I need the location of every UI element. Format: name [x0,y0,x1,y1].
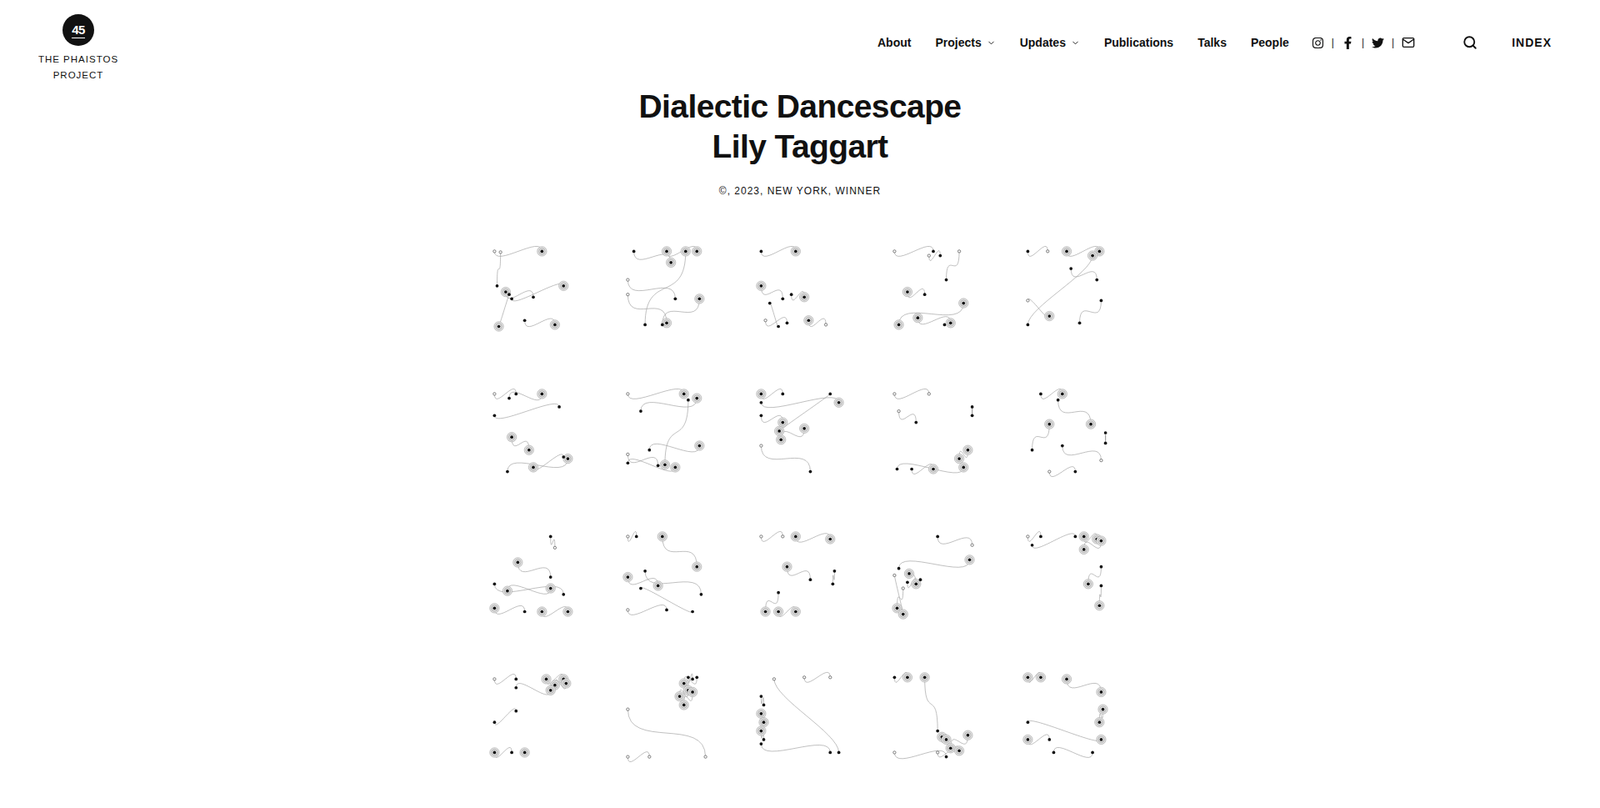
artwork-tile[interactable] [1018,384,1115,481]
separator: | [1331,36,1335,49]
nav-item[interactable]: Updates [1020,35,1080,50]
twitter-icon [1371,36,1385,50]
artwork-tile[interactable] [618,241,715,339]
artwork-drawing [618,669,715,766]
artwork-tile[interactable] [618,526,715,624]
site-logo[interactable]: 45 THE PHAISTOS PROJECT [36,0,120,84]
artwork-tile[interactable] [885,526,982,624]
nav-item[interactable]: Talks [1197,35,1227,50]
artwork-drawing [885,669,982,766]
project-content: Dialectic DancescapeLily Taggart ©, 2023,… [0,83,1600,766]
artwork-drawing [485,526,582,624]
separator: | [1391,36,1395,49]
artwork-drawing [485,241,582,339]
artwork-tile[interactable] [1018,669,1115,766]
artwork-drawing [751,384,849,481]
separator: | [1361,36,1365,49]
nav-item[interactable]: About [877,35,911,50]
artwork-tile[interactable] [485,526,582,624]
artwork-drawing [618,241,715,339]
page: 45 THE PHAISTOS PROJECT About Projects Updat… [0,0,1600,808]
artwork-drawing [751,526,849,624]
artwork-drawing [885,384,982,481]
artwork-tile[interactable] [751,241,849,339]
artwork-tile[interactable] [1018,526,1115,624]
artwork-tile[interactable] [885,384,982,481]
artwork-tile[interactable] [885,241,982,339]
main-nav: About Projects Updates Publications Talks Peo… [877,0,1552,50]
nav-item[interactable]: Projects [935,35,995,50]
artwork-tile[interactable] [1018,241,1115,339]
artwork-drawing [485,384,582,481]
nav-item[interactable]: People [1250,35,1290,50]
project-meta: ©, 2023, NEW YORK, WINNER [719,185,881,197]
artwork-tile[interactable] [485,669,582,766]
artwork-drawing [885,241,982,339]
search-icon [1462,35,1478,50]
nav-item[interactable]: Publications [1104,35,1174,50]
artwork-drawing [618,384,715,481]
artwork-tile[interactable] [485,241,582,339]
twitter-link[interactable] [1371,36,1385,50]
artwork-drawing [751,669,849,766]
artwork-drawing [1018,526,1115,624]
instagram-link[interactable] [1311,36,1325,50]
search-button[interactable] [1462,35,1478,50]
facebook-link[interactable] [1341,36,1355,50]
mail-link[interactable] [1401,35,1415,50]
artwork-tile[interactable] [751,669,849,766]
chevron-down-icon [1070,38,1080,48]
logo-bar [71,37,85,39]
artwork-drawing [751,241,849,339]
logo-badge: 45 [62,14,95,46]
instagram-icon [1311,36,1325,50]
logo-name: THE PHAISTOS PROJECT [36,51,120,84]
artwork-drawing [485,669,582,766]
artwork-tile[interactable] [751,526,849,624]
artwork-tile[interactable] [618,384,715,481]
facebook-icon [1341,36,1355,50]
mail-icon [1401,35,1415,50]
site-header: 45 THE PHAISTOS PROJECT About Projects Updat… [0,0,1600,84]
artwork-drawing [885,526,982,624]
artwork-tile[interactable] [885,669,982,766]
artwork-drawing [1018,669,1115,766]
social-links: | | | [1311,35,1415,50]
project-title: Dialectic DancescapeLily Taggart [639,86,962,167]
artwork-drawing [618,526,715,624]
index-link[interactable]: INDEX [1511,35,1552,50]
artwork-grid [485,241,1115,766]
artwork-tile[interactable] [485,384,582,481]
artwork-drawing [1018,384,1115,481]
chevron-down-icon [986,38,996,48]
artwork-drawing [1018,241,1115,339]
artwork-tile[interactable] [751,384,849,481]
artwork-tile[interactable] [618,669,715,766]
